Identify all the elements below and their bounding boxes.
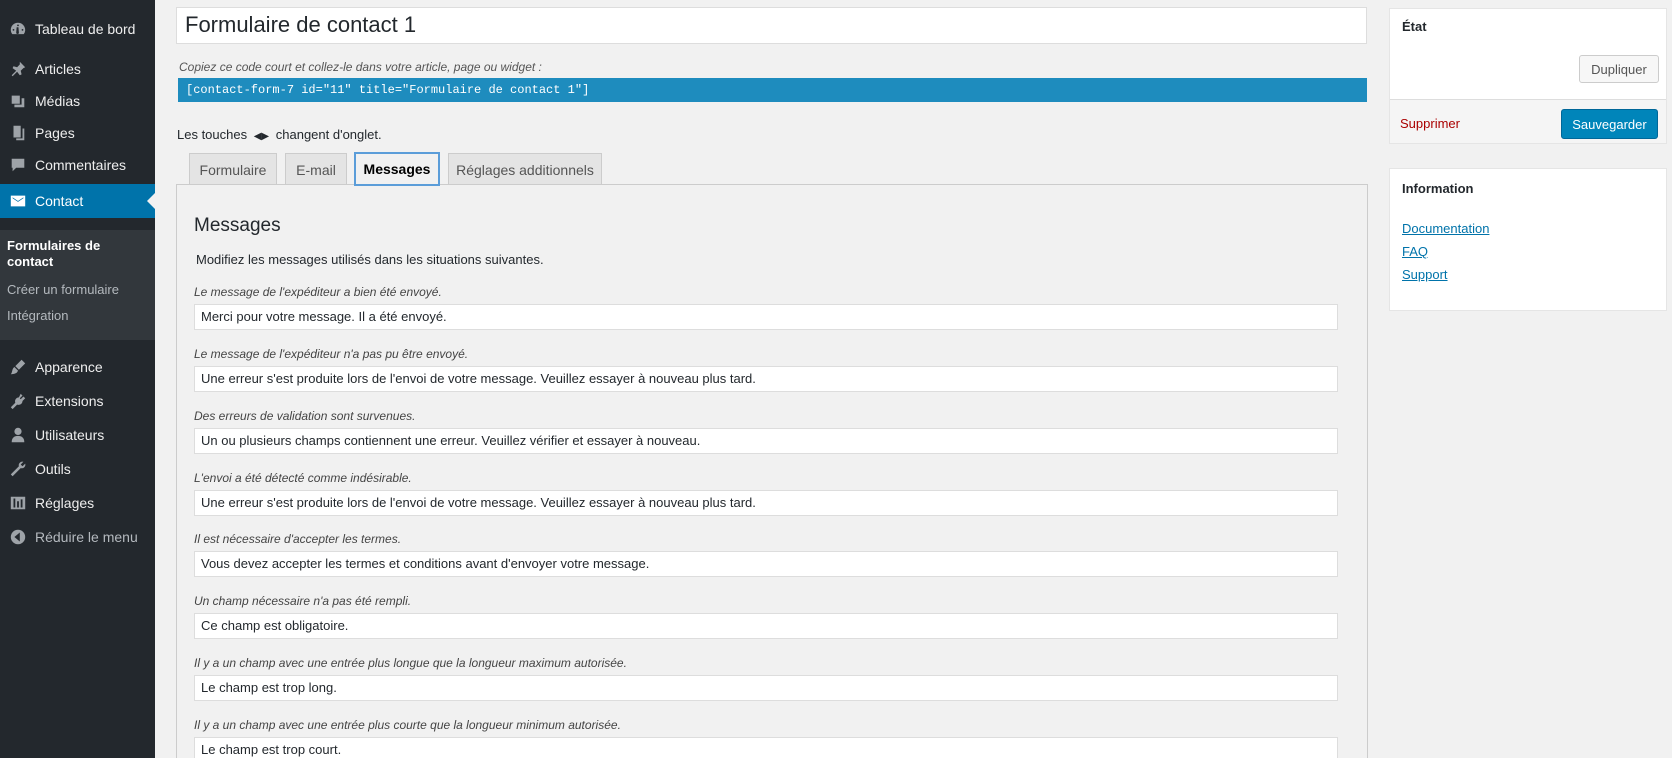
tab-formulaire[interactable]: Formulaire xyxy=(189,153,277,185)
user-icon xyxy=(4,425,32,445)
pin-icon xyxy=(4,59,32,79)
menu-label: Réduire le menu xyxy=(35,529,138,545)
menu-label: Outils xyxy=(35,461,71,477)
message-input[interactable]: Merci pour votre message. Il a été envoy… xyxy=(194,304,1338,330)
documentation-link[interactable]: Documentation xyxy=(1402,221,1489,236)
message-label: Il est nécessaire d'accepter les termes. xyxy=(194,532,402,546)
message-input[interactable]: Le champ est trop long. xyxy=(194,675,1338,701)
menu-label: Contact xyxy=(35,193,84,209)
message-input[interactable]: Une erreur s'est produite lors de l'envo… xyxy=(194,490,1338,516)
menu-item-pages[interactable]: Pages xyxy=(0,116,155,150)
media-icon xyxy=(4,91,32,111)
contact-submenu: Formulaires de contact Créer un formulai… xyxy=(0,230,155,340)
menu-item-outils[interactable]: Outils xyxy=(0,452,155,486)
panel-description: Modifiez les messages utilisés dans les … xyxy=(196,252,544,267)
shortcode-field[interactable]: [contact-form-7 id="11" title="Formulair… xyxy=(178,78,1367,102)
menu-label: Pages xyxy=(35,125,75,141)
message-label: Il y a un champ avec une entrée plus lon… xyxy=(194,656,627,670)
menu-item-utilisateurs[interactable]: Utilisateurs xyxy=(0,418,155,452)
message-input[interactable]: Le champ est trop court. xyxy=(194,737,1338,758)
tab-messages[interactable]: Messages xyxy=(354,152,440,186)
plugin-icon xyxy=(4,391,32,411)
dashboard-icon xyxy=(4,19,32,39)
menu-item-reglages[interactable]: Réglages xyxy=(0,486,155,520)
collapse-icon xyxy=(4,527,32,547)
pages-icon xyxy=(4,123,32,143)
message-label: Des erreurs de validation sont survenues… xyxy=(194,409,416,423)
support-link[interactable]: Support xyxy=(1402,267,1448,282)
delete-link[interactable]: Supprimer xyxy=(1400,116,1460,131)
panel-title: Messages xyxy=(194,215,281,236)
submenu-item-integration[interactable]: Intégration xyxy=(7,308,68,324)
faq-link[interactable]: FAQ xyxy=(1402,244,1428,259)
tab-keys-hint: Les touches ◀▶ changent d'onglet. xyxy=(177,127,382,142)
message-input[interactable]: Un ou plusieurs champs contiennent une e… xyxy=(194,428,1338,454)
menu-label: Réglages xyxy=(35,495,95,511)
form-title-input[interactable]: Formulaire de contact 1 xyxy=(176,7,1367,44)
menu-item-apparence[interactable]: Apparence xyxy=(0,350,155,384)
messages-panel: Messages Modifiez les messages utilisés … xyxy=(176,184,1368,758)
submenu-item-formulaires[interactable]: Formulaires de contact xyxy=(7,238,127,270)
message-label: Le message de l'expéditeur n'a pas pu êt… xyxy=(194,347,469,361)
menu-item-tableau-de-bord[interactable]: Tableau de bord xyxy=(0,12,155,46)
comment-icon xyxy=(4,155,32,175)
message-label: Un champ nécessaire n'a pas été rempli. xyxy=(194,594,412,608)
message-label: Il y a un champ avec une entrée plus cou… xyxy=(194,718,621,732)
menu-label: Articles xyxy=(35,61,81,77)
status-box-title: État xyxy=(1402,19,1427,34)
shortcode-hint: Copiez ce code court et collez-le dans v… xyxy=(179,60,542,74)
message-label: L'envoi a été détecté comme indésirable. xyxy=(194,471,412,485)
menu-label: Médias xyxy=(35,93,81,109)
keys-hint-before: Les touches xyxy=(177,127,248,142)
admin-sidebar: Tableau de bord Articles Médias Pages Co… xyxy=(0,0,155,758)
information-box-title: Information xyxy=(1402,181,1474,196)
menu-item-articles[interactable]: Articles xyxy=(0,52,155,86)
tab-email[interactable]: E-mail xyxy=(285,153,347,185)
menu-item-commentaires[interactable]: Commentaires xyxy=(0,148,155,182)
submenu-item-creer[interactable]: Créer un formulaire xyxy=(7,282,119,298)
sliders-icon xyxy=(4,493,32,513)
menu-item-extensions[interactable]: Extensions xyxy=(0,384,155,418)
menu-label: Apparence xyxy=(35,359,103,375)
save-button[interactable]: Sauvegarder xyxy=(1561,109,1658,139)
information-box: Information Documentation FAQ Support xyxy=(1389,168,1667,311)
keys-hint-after: changent d'onglet. xyxy=(275,127,382,142)
duplicate-button[interactable]: Dupliquer xyxy=(1579,55,1659,83)
menu-label: Commentaires xyxy=(35,157,127,173)
message-input[interactable]: Ce champ est obligatoire. xyxy=(194,613,1338,639)
message-input[interactable]: Une erreur s'est produite lors de l'envo… xyxy=(194,366,1338,392)
menu-item-contact[interactable]: Contact xyxy=(0,184,155,218)
brush-icon xyxy=(4,357,32,377)
status-box: État Dupliquer Supprimer Sauvegarder xyxy=(1389,8,1667,144)
message-input[interactable]: Vous devez accepter les termes et condit… xyxy=(194,551,1338,577)
menu-label: Extensions xyxy=(35,393,104,409)
wrench-icon xyxy=(4,459,32,479)
menu-label: Tableau de bord xyxy=(35,21,136,37)
collapse-menu-button[interactable]: Réduire le menu xyxy=(0,520,155,554)
menu-label: Utilisateurs xyxy=(35,427,105,443)
mail-icon xyxy=(4,191,32,211)
message-label: Le message de l'expéditeur a bien été en… xyxy=(194,285,442,299)
menu-item-medias[interactable]: Médias xyxy=(0,84,155,118)
tab-reglages-additionnels[interactable]: Réglages additionnels xyxy=(448,153,602,185)
arrow-keys-icon: ◀▶ xyxy=(253,131,270,142)
